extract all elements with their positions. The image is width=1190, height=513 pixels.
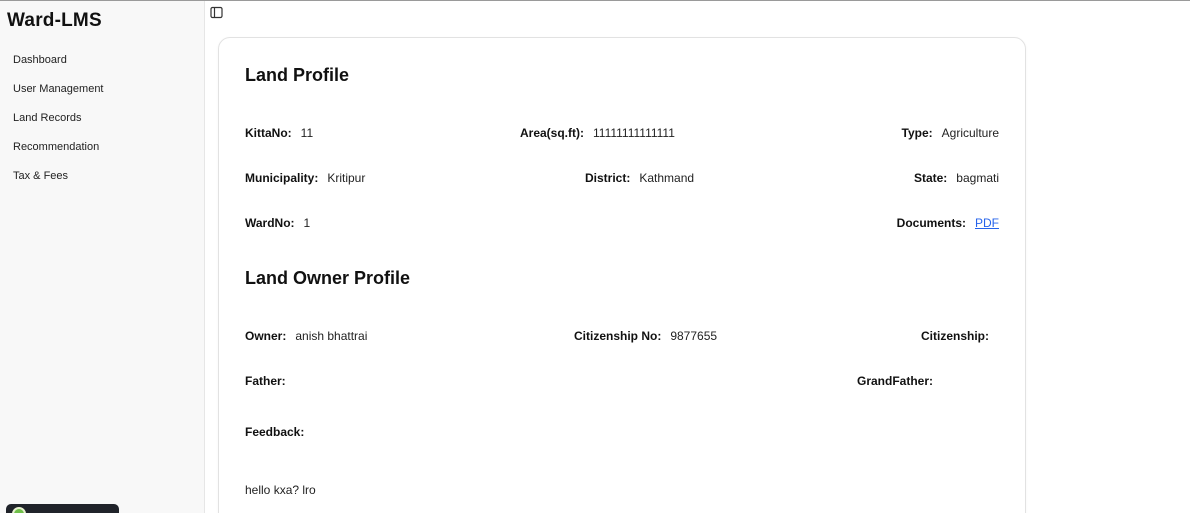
citizenship-no-field: Citizenship No: 9877655 — [574, 329, 718, 343]
municipality-field: Municipality: Kritipur — [245, 171, 366, 185]
grandfather-field: GrandFather: — [857, 374, 934, 388]
area-field: Area(sq.ft): 11111111111111 — [520, 126, 675, 140]
feedback-field: Feedback: — [245, 425, 305, 439]
feedback-text: hello kxa? lro — [245, 483, 316, 497]
badge-logo-icon — [12, 507, 26, 513]
district-field: District: Kathmand — [585, 171, 695, 185]
citizenship-field: Citizenship: — [921, 329, 989, 343]
sidebar-item-dashboard[interactable]: Dashboard — [13, 53, 104, 82]
land-profile-heading: Land Profile — [245, 65, 350, 85]
brand-title: Ward-LMS — [7, 10, 102, 31]
sidebar-nav: Dashboard User Management Land Records R… — [13, 53, 104, 198]
sidebar-item-tax-fees[interactable]: Tax & Fees — [13, 169, 104, 198]
state-field: State: bagmati — [913, 171, 999, 185]
land-detail-card: Land Profile KittaNo: 11 Area(sq.ft): 1111… — [218, 37, 1026, 513]
panel-left-icon[interactable] — [210, 6, 223, 19]
documents-pdf-link[interactable]: PDF — [975, 216, 999, 230]
kitta-field: KittaNo: 11 — [245, 126, 314, 140]
father-field: Father: — [245, 374, 286, 388]
sidebar-item-user-management[interactable]: User Management — [13, 82, 104, 111]
devtools-badge[interactable] — [6, 504, 119, 513]
ward-field: WardNo: 1 — [245, 216, 311, 230]
documents-field: Documents: PDF — [896, 216, 999, 230]
sidebar-item-land-records[interactable]: Land Records — [13, 111, 104, 140]
owner-profile-heading: Land Owner Profile — [245, 268, 411, 288]
sidebar-item-recommendation[interactable]: Recommendation — [13, 140, 104, 169]
type-field: Type: Agriculture — [901, 126, 999, 140]
sidebar: Ward-LMS Dashboard User Management Land … — [0, 1, 205, 513]
owner-field: Owner: anish bhattrai — [245, 329, 368, 343]
